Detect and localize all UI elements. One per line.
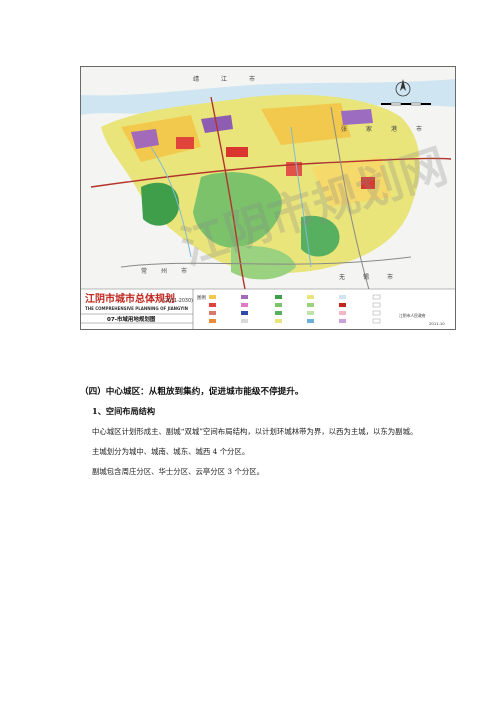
legend-swatch xyxy=(241,319,248,323)
commercial-zone-2 xyxy=(226,147,248,157)
legend-swatch xyxy=(339,303,346,307)
map-title: 江阴市城市总体规划 xyxy=(85,292,175,305)
legend-swatch xyxy=(209,311,216,315)
map-sheet-name: 07-市域用地规划图 xyxy=(107,315,156,323)
legend-swatch xyxy=(372,302,381,308)
legend-swatch xyxy=(275,295,282,299)
scale-bar xyxy=(381,102,431,106)
map-graphic: 江阴市规划网 靖 江 市 张 家 港 市 无 锡 市 常 州 市 江阴市城市总体… xyxy=(81,67,455,329)
map-date: 2011.10 xyxy=(429,321,445,326)
place-label-jingjiang-1: 靖 xyxy=(193,75,199,83)
legend-swatch xyxy=(209,303,216,307)
industrial-zone-3 xyxy=(341,109,373,125)
legend-swatch xyxy=(209,295,216,299)
paragraph-1: 中心城区计划形成主、副城“双城”空间布局结构，以计划环城林带为界，以西为主城，以… xyxy=(92,427,418,436)
section-subheading: 1、空间布局结构 xyxy=(92,406,156,416)
legend-swatch xyxy=(241,295,248,299)
map-title-years: (2011-2030) xyxy=(163,298,193,304)
place-label-zjg-1: 张 xyxy=(341,125,347,133)
legend-swatch xyxy=(275,319,282,323)
place-label-changzhou-3: 市 xyxy=(181,267,187,275)
legend-swatch xyxy=(241,303,248,307)
place-label-zjg-4: 市 xyxy=(416,125,422,133)
place-label-zjg-2: 家 xyxy=(366,125,372,133)
legend-swatch xyxy=(275,311,282,315)
legend-swatch xyxy=(372,318,381,324)
land-use-planning-map: 江阴市规划网 靖 江 市 张 家 港 市 无 锡 市 常 州 市 江阴市城市总体… xyxy=(80,66,456,330)
legend-swatch xyxy=(339,311,346,315)
legend-swatch xyxy=(339,319,346,323)
legend-swatch xyxy=(307,319,314,323)
place-label-wuxi-1: 无 xyxy=(339,274,345,281)
legend-swatch xyxy=(307,295,314,299)
legend-swatch xyxy=(307,311,314,315)
map-subtitle: THE COMPREHENSIVE PLANNING OF JIANGYIN xyxy=(85,306,188,311)
legend-swatch xyxy=(307,303,314,307)
legend-swatch xyxy=(241,311,248,315)
place-label-changzhou-1: 常 xyxy=(141,267,147,275)
map-org: 江阴市人民政府 xyxy=(399,313,426,318)
legend-swatch xyxy=(372,310,381,316)
paragraph-3: 副城包含周庄分区、华士分区、云亭分区 3 个分区。 xyxy=(92,467,264,476)
legend-swatch xyxy=(372,294,381,300)
legend-label: 图例 xyxy=(197,294,206,301)
legend-swatch xyxy=(275,303,282,307)
paragraph-2: 主城划分为城中、城南、城东、城西 4 个分区。 xyxy=(92,447,250,456)
place-label-jingjiang-3: 市 xyxy=(249,75,255,83)
forest-zone-west xyxy=(141,182,180,226)
legend-swatch xyxy=(339,295,346,299)
legend-swatch xyxy=(209,319,216,323)
place-label-wuxi-2: 锡 xyxy=(363,273,369,281)
place-label-zjg-3: 港 xyxy=(391,125,397,133)
place-label-changzhou-2: 州 xyxy=(161,268,167,275)
commercial-zone-1 xyxy=(176,137,194,149)
section-heading: （四）中心城区：从粗放到集约，促进城市能级不停提升。 xyxy=(80,387,304,397)
place-label-jingjiang-2: 江 xyxy=(221,76,227,83)
place-label-wuxi-3: 市 xyxy=(387,273,393,281)
